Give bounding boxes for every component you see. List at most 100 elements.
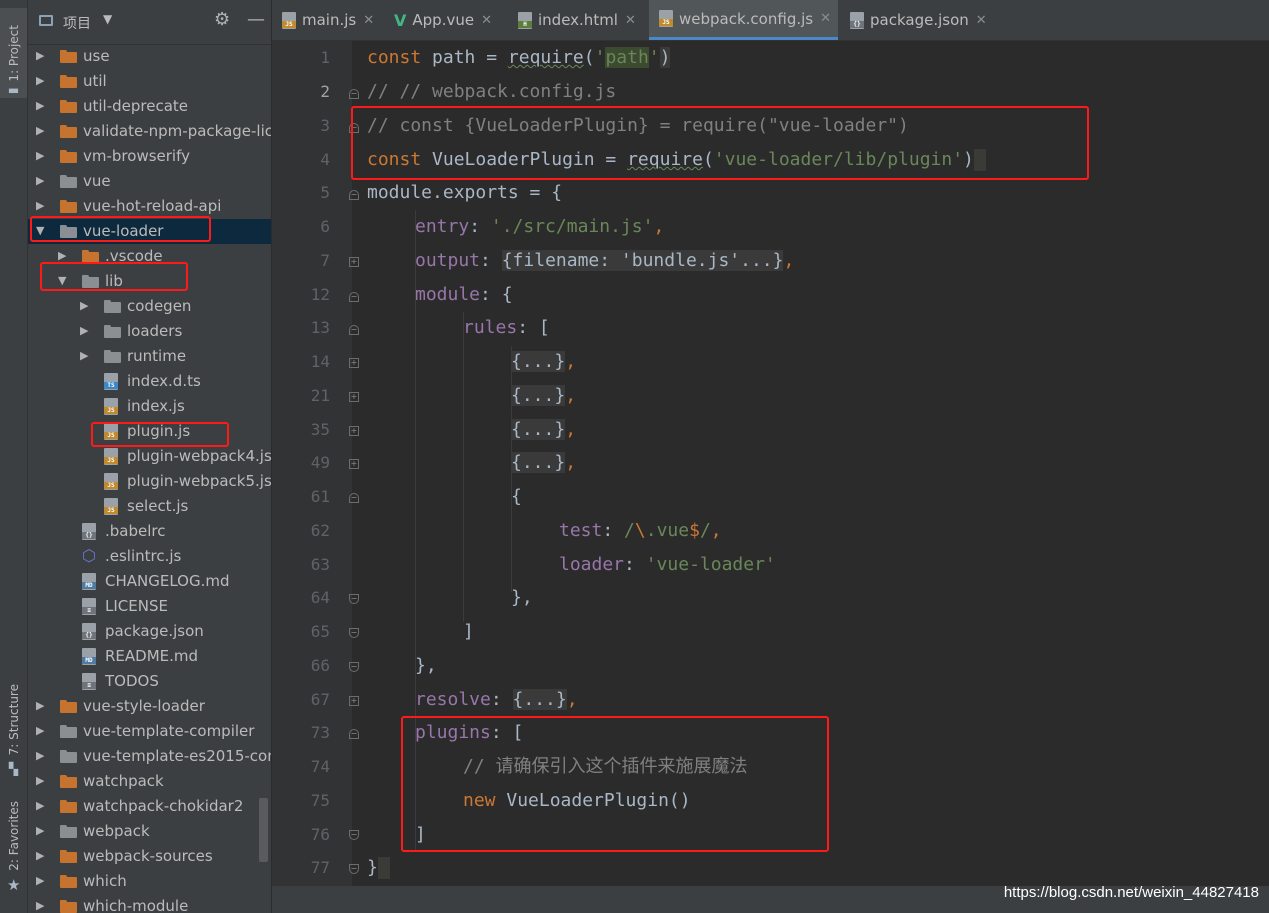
tree-folder-row[interactable]: ▶ watchpack-chokidar2 — [28, 794, 271, 819]
chevron-right-icon[interactable]: ▶ — [36, 874, 44, 887]
gear-icon[interactable]: ⚙ — [214, 9, 230, 30]
expand-fold-icon[interactable]: + — [349, 696, 359, 706]
close-icon[interactable]: ✕ — [820, 11, 831, 26]
expand-fold-icon[interactable]: + — [349, 459, 359, 469]
chevron-right-icon[interactable]: ▶ — [36, 799, 44, 812]
tree-folder-row[interactable]: ▶ vue — [28, 169, 271, 194]
editor-tab[interactable]: JS webpack.config.js ✕ — [649, 0, 838, 40]
tree-folder-row[interactable]: ▶ vm-browserify — [28, 144, 271, 169]
tree-folder-row[interactable]: ▶ vue-template-es2015-con — [28, 744, 271, 769]
tree-folder-row[interactable]: ▶ which — [28, 869, 271, 894]
code-line-63[interactable]: loader: 'vue-loader' — [559, 554, 776, 576]
chevron-right-icon[interactable]: ▶ — [58, 249, 66, 262]
collapsed-block[interactable]: {...} — [511, 351, 566, 372]
chevron-right-icon[interactable]: ▶ — [36, 74, 44, 87]
structure-tool-tab[interactable]: 7: Structure — [0, 680, 27, 760]
chevron-right-icon[interactable]: ▶ — [36, 149, 44, 162]
code-line-14[interactable]: {...}, — [511, 351, 576, 373]
code-line-49[interactable]: {...}, — [511, 452, 576, 474]
tree-folder-row[interactable]: ▶ vue-template-compiler — [28, 719, 271, 744]
favorites-tool-tab[interactable]: 2: Favorites — [0, 800, 27, 872]
code-line-64[interactable]: }, — [511, 587, 533, 609]
close-icon[interactable]: ✕ — [363, 13, 374, 28]
expand-fold-icon[interactable]: + — [349, 257, 359, 267]
code-line-66[interactable]: }, — [415, 655, 437, 677]
chevron-right-icon[interactable]: ▶ — [36, 824, 44, 837]
close-icon[interactable]: ✕ — [481, 13, 492, 28]
chevron-right-icon[interactable]: ▶ — [36, 724, 44, 737]
tree-folder-row[interactable]: ▶ util-deprecate — [28, 94, 271, 119]
chevron-right-icon[interactable]: ▶ — [36, 124, 44, 137]
collapsed-block[interactable]: {...} — [511, 452, 566, 473]
code-line-1[interactable]: const path = require('path') — [367, 47, 671, 69]
tree-folder-row[interactable]: ▶ validate-npm-package-lice — [28, 119, 271, 144]
tree-folder-row[interactable]: ▶ watchpack — [28, 769, 271, 794]
collapse-fold-icon[interactable]: − — [349, 594, 359, 604]
code-line-13[interactable]: rules: [ — [463, 317, 550, 339]
code-line-12[interactable]: module: { — [415, 284, 513, 306]
tree-folder-row[interactable]: ▶ use — [28, 44, 271, 69]
tree-folder-row[interactable]: ▶ webpack-sources — [28, 844, 271, 869]
tree-file-row[interactable]: JS plugin-webpack4.js — [28, 444, 271, 469]
code-line-77[interactable]: } — [367, 857, 390, 879]
chevron-right-icon[interactable]: ▶ — [36, 49, 44, 62]
tree-file-row[interactable]: MD README.md — [28, 644, 271, 669]
editor-tab[interactable]: V App.vue ✕ — [384, 0, 506, 40]
collapsed-block[interactable]: {...} — [512, 689, 567, 710]
collapse-fold-icon[interactable]: − — [349, 493, 359, 503]
tree-file-row[interactable]: MD CHANGELOG.md — [28, 569, 271, 594]
collapse-fold-icon[interactable]: − — [349, 628, 359, 638]
code-line-62[interactable]: test: /\.vue$/, — [559, 520, 722, 542]
chevron-right-icon[interactable]: ▶ — [36, 749, 44, 762]
editor-tab[interactable]: {} package.json ✕ — [840, 0, 990, 40]
chevron-down-icon[interactable]: ▼ — [103, 12, 112, 26]
tree-file-row[interactable]: {} package.json — [28, 619, 271, 644]
tree-file-row[interactable]: TS index.d.ts — [28, 369, 271, 394]
close-icon[interactable]: ✕ — [625, 13, 636, 28]
chevron-right-icon[interactable]: ▶ — [36, 899, 44, 912]
collapse-fold-icon[interactable]: − — [349, 662, 359, 672]
code-line-2[interactable]: // // webpack.config.js — [367, 81, 616, 103]
tree-file-row[interactable]: JS select.js — [28, 494, 271, 519]
code-line-65[interactable]: ] — [463, 621, 474, 643]
tree-scrollbar[interactable] — [259, 798, 268, 862]
minimize-icon[interactable]: — — [247, 9, 265, 30]
chevron-right-icon[interactable]: ▶ — [36, 699, 44, 712]
tree-file-row[interactable]: JS plugin-webpack5.js — [28, 469, 271, 494]
close-icon[interactable]: ✕ — [976, 13, 987, 28]
tree-file-row[interactable]: JS index.js — [28, 394, 271, 419]
chevron-right-icon[interactable]: ▶ — [36, 99, 44, 112]
collapse-fold-icon[interactable]: − — [349, 729, 359, 739]
collapse-fold-icon[interactable]: − — [349, 864, 359, 874]
tree-folder-row[interactable]: ▶ codegen — [28, 294, 271, 319]
chevron-right-icon[interactable]: ▶ — [36, 199, 44, 212]
tree-folder-row[interactable]: ▶ which-module — [28, 894, 271, 913]
tree-folder-row[interactable]: ▶ vue-style-loader — [28, 694, 271, 719]
collapsed-block[interactable]: {...} — [511, 419, 566, 440]
tree-folder-row[interactable]: ▶ webpack — [28, 819, 271, 844]
tree-file-row[interactable]: ≡ LICENSE — [28, 594, 271, 619]
code-line-6[interactable]: entry: './src/main.js', — [415, 216, 664, 238]
expand-fold-icon[interactable]: + — [349, 392, 359, 402]
tree-file-row[interactable]: ≡ TODOS — [28, 669, 271, 694]
code-line-61[interactable]: { — [511, 486, 522, 508]
code-line-7[interactable]: output: {filename: 'bundle.js'...}, — [415, 250, 794, 272]
tree-file-row[interactable]: ⬡ .eslintrc.js — [28, 544, 271, 569]
editor-tab[interactable]: Hindex.html ✕ — [508, 0, 647, 40]
tree-folder-row[interactable]: ▶ loaders — [28, 319, 271, 344]
collapsed-block[interactable]: {...} — [511, 385, 566, 406]
expand-fold-icon[interactable]: + — [349, 426, 359, 436]
tree-file-row[interactable]: {} .babelrc — [28, 519, 271, 544]
chevron-right-icon[interactable]: ▶ — [80, 349, 88, 362]
collapsed-block[interactable]: {filename: 'bundle.js'...} — [501, 250, 784, 271]
chevron-right-icon[interactable]: ▶ — [80, 324, 88, 337]
chevron-right-icon[interactable]: ▶ — [36, 774, 44, 787]
chevron-right-icon[interactable]: ▶ — [80, 299, 88, 312]
collapse-fold-icon[interactable]: − — [349, 292, 359, 302]
code-line-67[interactable]: resolve: {...}, — [415, 689, 578, 711]
tree-folder-row[interactable]: ▶ util — [28, 69, 271, 94]
code-line-21[interactable]: {...}, — [511, 385, 576, 407]
chevron-right-icon[interactable]: ▶ — [36, 849, 44, 862]
tree-folder-row[interactable]: ▶ runtime — [28, 344, 271, 369]
code-line-35[interactable]: {...}, — [511, 419, 576, 441]
